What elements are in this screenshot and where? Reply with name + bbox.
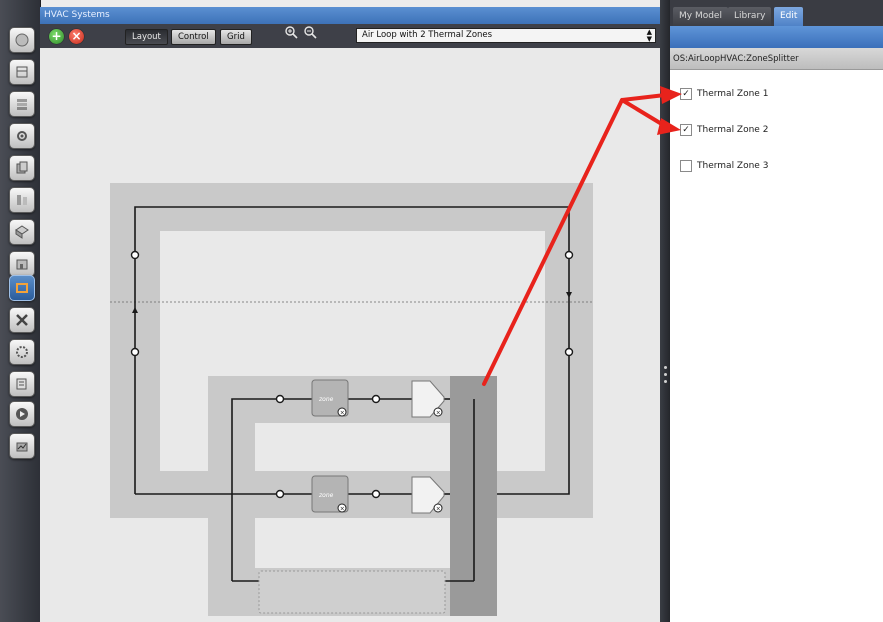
- control-button[interactable]: Control: [171, 29, 216, 45]
- svg-text:×: ×: [340, 410, 345, 417]
- summary-icon[interactable]: [9, 433, 35, 459]
- thermal-zone-1-checkbox[interactable]: ✓: [680, 88, 692, 100]
- zone-component-1: zone ×: [311, 379, 349, 417]
- loop-node: [130, 250, 140, 260]
- grip-dot: [664, 380, 667, 383]
- panel-splitter[interactable]: [660, 0, 670, 622]
- air-loop-select-value: Air Loop with 2 Thermal Zones: [362, 30, 493, 40]
- branch-node: [275, 394, 285, 404]
- loads-icon[interactable]: [9, 155, 35, 181]
- constructions-icon[interactable]: [9, 91, 35, 117]
- delete-icon[interactable]: ×: [69, 29, 84, 44]
- svg-text:×: ×: [436, 506, 441, 513]
- loop-node: [564, 347, 574, 357]
- zone-label-1: zone: [318, 396, 334, 403]
- branch-node: [371, 489, 381, 499]
- layout-button[interactable]: Layout: [125, 29, 168, 45]
- settings-icon[interactable]: [9, 339, 35, 365]
- supply-loop-line: [134, 206, 570, 495]
- thermal-zone-1-label: Thermal Zone 1: [697, 89, 769, 99]
- facility-icon[interactable]: [9, 251, 35, 277]
- loop-node: [564, 250, 574, 260]
- window-title: HVAC Systems: [40, 7, 662, 24]
- grip-dot: [664, 373, 667, 376]
- zone-label-2: zone: [318, 492, 334, 499]
- scripts-icon[interactable]: [9, 307, 35, 333]
- results-icon[interactable]: [9, 371, 35, 397]
- zoom-in-icon[interactable]: [285, 26, 298, 43]
- inspector-tabs: My Model Library Edit: [670, 0, 883, 26]
- svg-text:×: ×: [340, 506, 345, 513]
- grid-button[interactable]: Grid: [220, 29, 252, 45]
- tab-library[interactable]: Library: [728, 7, 772, 26]
- hvac-systems-icon[interactable]: [9, 275, 35, 301]
- branch-node: [371, 394, 381, 404]
- zoom-out-icon[interactable]: [304, 26, 317, 43]
- hvac-toolbar: + × Layout Control Grid Air Loop with 2 …: [40, 24, 662, 49]
- add-icon[interactable]: +: [49, 29, 64, 44]
- thermal-zone-2-checkbox[interactable]: ✓: [680, 124, 692, 136]
- air-loop-select[interactable]: Air Loop with 2 Thermal Zones ▲ ▼: [356, 28, 656, 43]
- tab-my-model[interactable]: My Model: [673, 7, 728, 26]
- building-icon[interactable]: [9, 59, 35, 85]
- drop-zone: [258, 570, 446, 614]
- tab-edit[interactable]: Edit: [774, 7, 804, 26]
- grip-dot: [664, 366, 667, 369]
- geometry-icon[interactable]: [9, 219, 35, 245]
- hvac-diagram-canvas[interactable]: zone × zone × × ×: [40, 48, 660, 622]
- thermal-zone-2-label: Thermal Zone 2: [697, 125, 769, 135]
- gear-icon[interactable]: [9, 123, 35, 149]
- zone-component-2: zone ×: [311, 475, 349, 513]
- thermal-zone-row-1[interactable]: ✓ Thermal Zone 1: [680, 87, 768, 101]
- svg-text:×: ×: [436, 410, 441, 417]
- space-types-icon[interactable]: [9, 187, 35, 213]
- thermal-zone-row-2[interactable]: ✓ Thermal Zone 2: [680, 123, 768, 137]
- thermal-zone-3-label: Thermal Zone 3: [697, 161, 769, 171]
- thermal-zone-3-checkbox[interactable]: [680, 160, 692, 172]
- object-type-header: OS:AirLoopHVAC:ZoneSplitter: [670, 48, 883, 70]
- select-arrows-icon: ▲ ▼: [646, 28, 652, 43]
- inspector-title-strip: [670, 26, 883, 48]
- run-icon[interactable]: [9, 401, 35, 427]
- thermal-zone-row-3[interactable]: Thermal Zone 3: [680, 159, 768, 173]
- sphere-icon[interactable]: [9, 27, 35, 53]
- air-loop-diagram: zone × zone × × ×: [110, 183, 593, 616]
- inspector-panel: My Model Library Edit OS:AirLoopHVAC:Zon…: [670, 0, 883, 622]
- supply-loop-band: [110, 183, 593, 518]
- left-toolbar: [0, 0, 41, 622]
- loop-node: [130, 347, 140, 357]
- branch-node: [275, 489, 285, 499]
